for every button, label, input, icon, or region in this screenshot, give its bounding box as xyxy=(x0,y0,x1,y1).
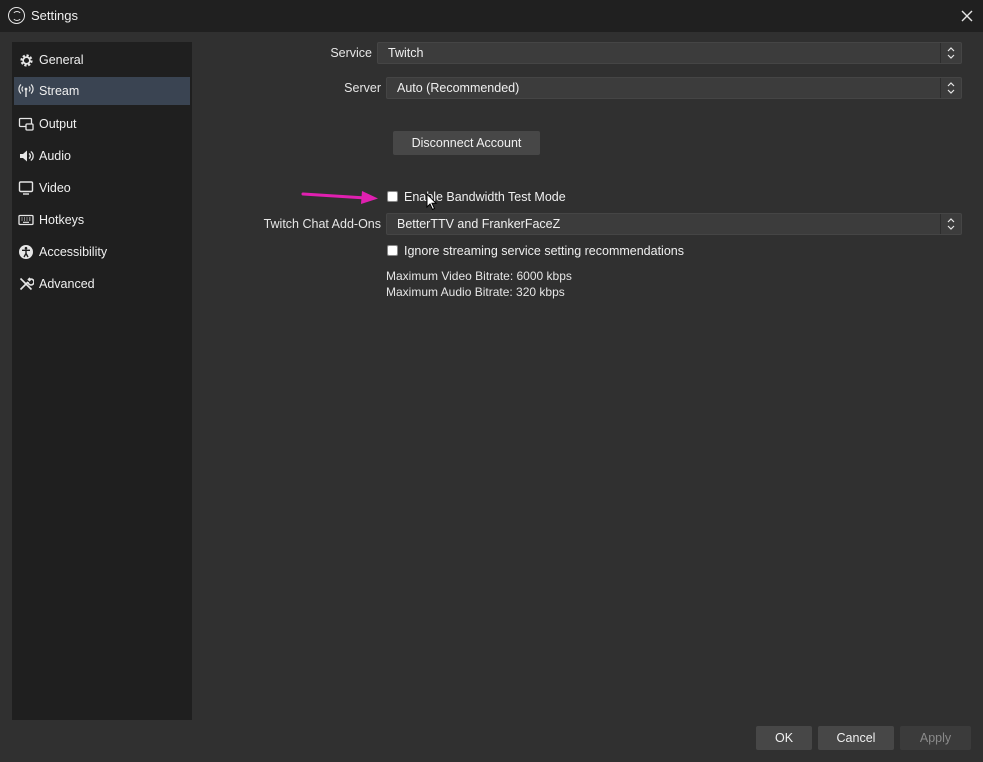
accessibility-icon xyxy=(18,244,34,260)
service-select[interactable]: Twitch xyxy=(377,42,962,64)
obs-logo-icon xyxy=(8,7,25,24)
sidebar-item-label: General xyxy=(39,53,84,67)
monitor-icon xyxy=(18,180,34,196)
sidebar-item-hotkeys[interactable]: Hotkeys xyxy=(14,206,190,234)
sidebar-item-general[interactable]: General xyxy=(14,46,190,74)
updown-arrows-icon xyxy=(947,82,955,94)
window-title: Settings xyxy=(31,8,78,23)
bandwidth-test-checkbox[interactable] xyxy=(387,191,398,202)
sidebar-item-video[interactable]: Video xyxy=(14,174,190,202)
tools-icon xyxy=(18,276,34,292)
speaker-icon xyxy=(18,148,34,164)
updown-arrows-icon xyxy=(947,218,955,230)
apply-button[interactable]: Apply xyxy=(900,726,971,750)
ok-button[interactable]: OK xyxy=(756,726,812,750)
sidebar-item-advanced[interactable]: Advanced xyxy=(14,270,190,298)
combo-separator xyxy=(940,78,941,98)
output-icon xyxy=(18,116,34,132)
sidebar-item-audio[interactable]: Audio xyxy=(14,142,190,170)
max-video-bitrate-text: Maximum Video Bitrate: 6000 kbps xyxy=(386,269,572,283)
broadcast-icon xyxy=(18,83,34,99)
gear-icon xyxy=(18,52,34,68)
chat-addons-value: BetterTTV and FrankerFaceZ xyxy=(397,217,561,231)
server-label: Server xyxy=(344,81,381,95)
combo-separator xyxy=(940,214,941,234)
title-bar: Settings xyxy=(0,0,983,32)
sidebar-item-label: Hotkeys xyxy=(39,213,85,227)
keyboard-icon xyxy=(18,212,34,228)
chat-addons-label: Twitch Chat Add-Ons xyxy=(263,217,381,231)
close-icon xyxy=(961,10,973,22)
chat-addons-select[interactable]: BetterTTV and FrankerFaceZ xyxy=(386,213,962,235)
sidebar-item-label: Output xyxy=(39,117,77,131)
sidebar-item-output[interactable]: Output xyxy=(14,110,190,138)
server-value: Auto (Recommended) xyxy=(397,81,520,95)
ignore-recommendations-label[interactable]: Ignore streaming service setting recomme… xyxy=(404,244,684,258)
combo-separator xyxy=(940,43,941,63)
sidebar-item-label: Stream xyxy=(39,84,80,98)
settings-window: Settings General Stream Output Audio Vid… xyxy=(0,0,983,762)
service-label: Service xyxy=(330,46,372,60)
sidebar-item-label: Accessibility xyxy=(39,245,108,259)
disconnect-account-button[interactable]: Disconnect Account xyxy=(393,131,540,155)
max-audio-bitrate-text: Maximum Audio Bitrate: 320 kbps xyxy=(386,285,565,299)
settings-sidebar: General Stream Output Audio Video Hotkey… xyxy=(12,42,192,720)
sidebar-item-label: Advanced xyxy=(39,277,95,291)
server-select[interactable]: Auto (Recommended) xyxy=(386,77,962,99)
sidebar-item-accessibility[interactable]: Accessibility xyxy=(14,238,190,266)
cancel-button[interactable]: Cancel xyxy=(818,726,894,750)
sidebar-item-label: Audio xyxy=(39,149,71,163)
mouse-cursor-icon xyxy=(426,193,438,211)
service-value: Twitch xyxy=(388,46,424,60)
annotation-arrow-icon xyxy=(301,191,378,204)
ignore-recommendations-checkbox[interactable] xyxy=(387,245,398,256)
sidebar-item-label: Video xyxy=(39,181,71,195)
close-button[interactable] xyxy=(951,0,983,32)
updown-arrows-icon xyxy=(947,47,955,59)
sidebar-item-stream[interactable]: Stream xyxy=(14,77,190,105)
